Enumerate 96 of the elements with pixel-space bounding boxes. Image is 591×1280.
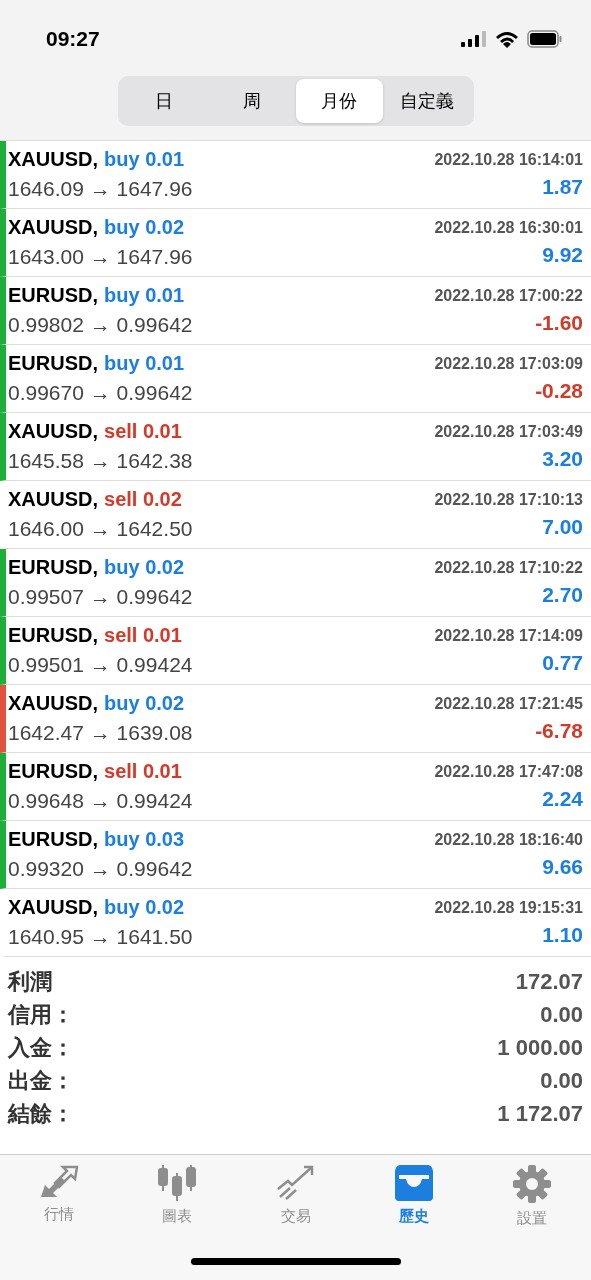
order-label: buy 0.01 (104, 284, 185, 307)
summary-value: 0.00 (540, 1001, 583, 1028)
profit-value: 1.10 (542, 922, 583, 947)
profit-value: 7.00 (542, 514, 583, 539)
price-change-label: 1640.95 → 1641.50 (8, 925, 194, 949)
settings-icon (512, 1165, 551, 1203)
deal-time: 2022.10.28 17:03:09 (434, 354, 583, 373)
symbol-label: XAUUSD, (8, 692, 98, 715)
profit-value: -6.78 (535, 718, 583, 743)
order-label: buy 0.02 (104, 556, 185, 579)
order-label: sell 0.01 (104, 624, 182, 647)
order-label: sell 0.02 (104, 488, 182, 511)
profit-value: -1.60 (535, 310, 583, 335)
summary-label: 出金： (8, 1066, 74, 1095)
deal-time: 2022.10.28 17:14:09 (434, 626, 583, 645)
deal-row[interactable]: EURUSD, sell 0.01 0.99501 → 0.99424 2022.10.28 17:14:09 0.77 (0, 617, 591, 685)
trend-icon (275, 1165, 316, 1201)
profit-value: 2.24 (542, 786, 583, 811)
summary-value: 0.00 (540, 1067, 583, 1094)
price-change-label: 1642.47 → 1639.08 (8, 721, 194, 745)
price-change-label: 0.99802 → 0.99642 (8, 313, 194, 337)
profit-value: 9.92 (542, 242, 583, 267)
deal-time: 2022.10.28 17:00:22 (434, 286, 583, 305)
price-change-label: 1646.00 → 1642.50 (8, 517, 194, 541)
clock-time: 09:27 (46, 27, 100, 51)
profit-value: -0.28 (535, 378, 583, 403)
order-label: buy 0.01 (104, 352, 185, 375)
price-change-label: 1643.00 → 1647.96 (8, 245, 194, 269)
summary-value: 1 000.00 (497, 1034, 583, 1061)
symbol-label: XAUUSD, (8, 896, 98, 919)
price-change-label: 0.99501 → 0.99424 (8, 653, 194, 677)
profit-value: 3.20 (542, 446, 583, 471)
summary-value: 172.07 (515, 968, 583, 995)
price-change-label: 0.99320 → 0.99642 (8, 857, 194, 881)
symbol-label: EURUSD, (8, 828, 98, 851)
order-label: buy 0.02 (104, 216, 185, 239)
deal-time: 2022.10.28 19:15:31 (434, 898, 583, 917)
price-change-label: 1646.09 → 1647.96 (8, 177, 194, 201)
order-label: buy 0.02 (104, 692, 185, 715)
summary-label: 結餘： (8, 1099, 74, 1128)
symbol-label: EURUSD, (8, 556, 98, 579)
order-label: sell 0.01 (104, 420, 182, 443)
deal-time: 2022.10.28 17:10:13 (434, 490, 583, 509)
order-label: buy 0.02 (104, 896, 185, 919)
deal-row[interactable]: XAUUSD, buy 0.02 1643.00 → 1647.96 2022.10.28 16:30:01 9.92 (0, 209, 591, 277)
price-change-label: 0.99670 → 0.99642 (8, 381, 194, 405)
deal-row[interactable]: EURUSD, buy 0.01 0.99670 → 0.99642 2022.10.28 17:03:09 -0.28 (0, 345, 591, 413)
battery-icon (527, 30, 563, 48)
tray-icon (393, 1165, 434, 1201)
deal-row[interactable]: EURUSD, sell 0.01 0.99648 → 0.99424 2022.10.28 17:47:08 2.24 (0, 753, 591, 821)
arrows-icon (39, 1165, 80, 1199)
symbol-label: XAUUSD, (8, 488, 98, 511)
summary-label: 信用： (8, 1000, 74, 1029)
deal-row[interactable]: EURUSD, buy 0.01 0.99802 → 0.99642 2022.10.28 17:00:22 -1.60 (0, 277, 591, 345)
price-change-label: 0.99648 → 0.99424 (8, 789, 194, 813)
period-tab[interactable]: 日 (120, 79, 208, 123)
deal-time: 2022.10.28 17:21:45 (434, 694, 583, 713)
period-tab[interactable]: 周 (208, 79, 296, 123)
profit-value: 9.66 (542, 854, 583, 879)
tab-bar-item[interactable]: 歷史 (354, 1155, 473, 1235)
wifi-icon (495, 30, 519, 48)
symbol-label: XAUUSD, (8, 148, 98, 171)
deal-row[interactable]: XAUUSD, sell 0.02 1646.00 → 1642.50 2022.10.28 17:10:13 7.00 (0, 481, 591, 549)
summary-label: 入金： (8, 1033, 74, 1062)
order-label: sell 0.01 (104, 760, 182, 783)
symbol-label: XAUUSD, (8, 216, 98, 239)
profit-value: 1.87 (542, 174, 583, 199)
deal-row[interactable]: EURUSD, buy 0.03 0.99320 → 0.99642 2022.10.28 18:16:40 9.66 (0, 821, 591, 889)
deal-time: 2022.10.28 16:14:01 (434, 150, 583, 169)
symbol-label: XAUUSD, (8, 420, 98, 443)
symbol-label: EURUSD, (8, 760, 98, 783)
order-label: buy 0.03 (104, 828, 185, 851)
summary-value: 1 172.07 (497, 1100, 583, 1127)
signal-icon (461, 31, 487, 47)
deal-time: 2022.10.28 17:10:22 (434, 558, 583, 577)
symbol-label: EURUSD, (8, 624, 98, 647)
deal-row[interactable]: XAUUSD, buy 0.02 1640.95 → 1641.50 2022.10.28 19:15:31 1.10 (0, 889, 591, 957)
deal-time: 2022.10.28 16:30:01 (434, 218, 583, 237)
deal-time: 2022.10.28 18:16:40 (434, 830, 583, 849)
deal-row[interactable]: XAUUSD, buy 0.01 1646.09 → 1647.96 2022.10.28 16:14:01 1.87 (0, 141, 591, 209)
deal-time: 2022.10.28 17:03:49 (434, 422, 583, 441)
candlestick-icon (157, 1165, 198, 1201)
symbol-label: EURUSD, (8, 352, 98, 375)
deal-row[interactable]: XAUUSD, buy 0.02 1642.47 → 1639.08 2022.10.28 17:21:45 -6.78 (0, 685, 591, 753)
profit-value: 0.77 (542, 650, 583, 675)
order-label: buy 0.01 (104, 148, 185, 171)
deal-time: 2022.10.28 17:47:08 (434, 762, 583, 781)
deal-row[interactable]: XAUUSD, sell 0.01 1645.58 → 1642.38 2022.10.28 17:03:49 3.20 (0, 413, 591, 481)
deal-row[interactable]: EURUSD, buy 0.02 0.99507 → 0.99642 2022.10.28 17:10:22 2.70 (0, 549, 591, 617)
symbol-label: EURUSD, (8, 284, 98, 307)
price-change-label: 0.99507 → 0.99642 (8, 585, 194, 609)
period-tab[interactable]: 自定義 (383, 79, 471, 123)
period-tab[interactable]: 月份 (295, 79, 383, 123)
summary-label: 利潤 (8, 967, 52, 996)
price-change-label: 1645.58 → 1642.38 (8, 449, 194, 473)
profit-value: 2.70 (542, 582, 583, 607)
